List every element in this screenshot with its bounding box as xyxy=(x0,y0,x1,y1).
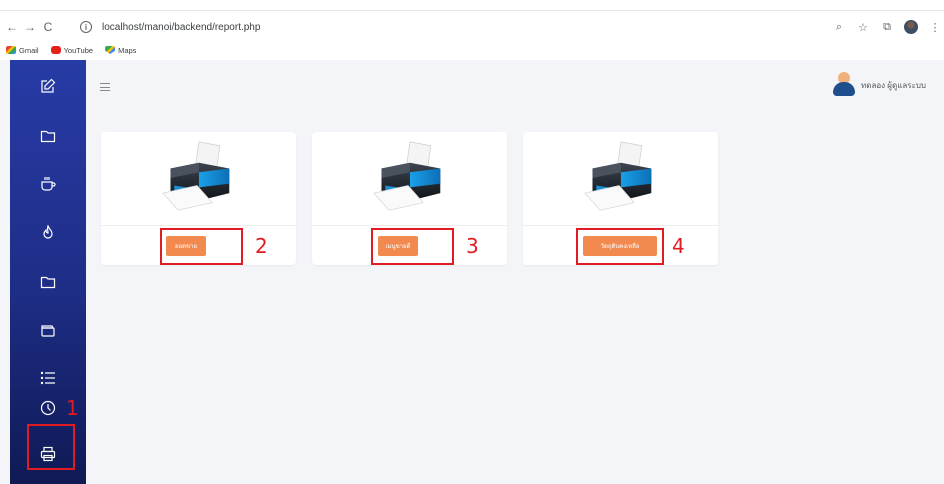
list-icon xyxy=(40,371,55,385)
sidebar-item-edit[interactable] xyxy=(10,68,86,104)
folder-icon xyxy=(40,130,56,143)
bookmarks-bar: Gmail YouTube Maps xyxy=(0,42,148,58)
tabstrip-divider xyxy=(0,10,944,11)
menu-toggle-icon[interactable] xyxy=(100,83,110,91)
card-divider xyxy=(312,225,507,226)
sidebar-item-folder[interactable] xyxy=(10,118,86,154)
reload-icon[interactable]: C xyxy=(38,17,58,37)
avatar-body xyxy=(833,82,855,96)
callout-number: 2 xyxy=(255,234,268,258)
hamburger-line xyxy=(100,86,110,88)
card-divider xyxy=(101,225,296,226)
browser-actions: ⌕ ☆ ⧉ ⋮ xyxy=(824,17,944,37)
callout-number: 3 xyxy=(466,234,479,258)
bookmark-label: Gmail xyxy=(19,45,39,55)
callout-number: 1 xyxy=(66,396,79,420)
address-bar[interactable]: i localhost/manoi/backend/report.php xyxy=(80,17,860,37)
extensions-icon[interactable]: ⧉ xyxy=(878,18,896,36)
sidebar-item-wallet[interactable] xyxy=(10,312,86,348)
flame-icon xyxy=(43,225,53,239)
callout-box-inventory xyxy=(576,228,664,265)
info-icon[interactable]: i xyxy=(80,21,92,33)
hamburger-line xyxy=(100,90,110,91)
printer-image xyxy=(373,141,441,211)
gmail-icon xyxy=(6,46,16,54)
forward-icon[interactable]: → xyxy=(20,17,40,37)
printer-image xyxy=(584,141,652,211)
user-menu[interactable]: ทดลอง ผู้ดูแลระบบ xyxy=(833,72,926,98)
sidebar-item-folder-2[interactable] xyxy=(10,264,86,300)
bookmark-label: Maps xyxy=(118,45,137,55)
callout-box-bestsellers xyxy=(371,228,454,265)
callout-box-print xyxy=(27,424,75,470)
bookmark-gmail[interactable]: Gmail xyxy=(6,46,39,55)
browser-chrome: ← → C i localhost/manoi/backend/report.p… xyxy=(0,0,944,60)
star-icon[interactable]: ☆ xyxy=(854,18,872,36)
folder-icon xyxy=(40,276,56,289)
callout-box-sales xyxy=(160,228,243,265)
url-text: localhost/manoi/backend/report.php xyxy=(102,21,261,33)
youtube-icon xyxy=(50,46,61,54)
clock-icon xyxy=(40,400,56,416)
sidebar-item-coffee[interactable] xyxy=(10,166,86,202)
edit-icon xyxy=(41,78,56,93)
browser-toolbar: ← → C i localhost/manoi/backend/report.p… xyxy=(0,14,944,40)
user-avatar-icon xyxy=(833,72,855,98)
hamburger-line xyxy=(100,83,110,84)
callout-number: 4 xyxy=(672,234,685,258)
card-divider xyxy=(523,225,718,226)
menu-icon[interactable]: ⋮ xyxy=(926,18,944,36)
user-name: ทดลอง ผู้ดูแลระบบ xyxy=(861,80,926,90)
zoom-icon[interactable]: ⌕ xyxy=(830,18,848,36)
sidebar-item-flame[interactable] xyxy=(10,215,86,251)
profile-avatar xyxy=(904,20,918,34)
maps-icon xyxy=(105,46,116,54)
bookmark-maps[interactable]: Maps xyxy=(105,46,136,55)
printer-image xyxy=(162,141,230,211)
sidebar xyxy=(10,60,86,484)
wallet-icon xyxy=(41,325,55,337)
back-icon[interactable]: ← xyxy=(2,17,22,37)
bookmark-youtube[interactable]: YouTube xyxy=(50,45,94,55)
bookmark-label: YouTube xyxy=(63,45,94,55)
coffee-icon xyxy=(41,177,56,191)
profile-icon[interactable] xyxy=(902,18,920,36)
